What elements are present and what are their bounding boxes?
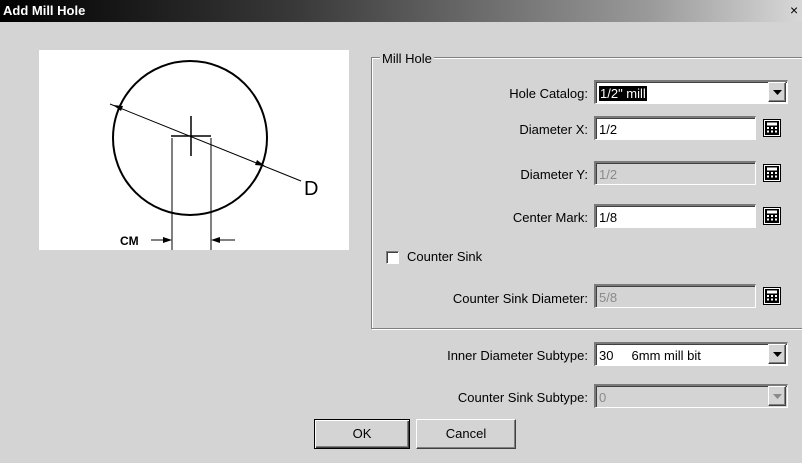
inner-diameter-subtype-dropdown-button[interactable] [768,344,786,364]
title-bar: Add Mill Hole × [0,0,802,22]
center-mark-calculator-button[interactable] [761,205,783,227]
hole-catalog-select[interactable]: 1/2" mill [594,80,788,104]
inner-diameter-subtype-label: Inner Diameter Subtype: [447,348,588,363]
counter-sink-subtype-select[interactable]: 0 [594,384,788,408]
diameter-x-calculator-button[interactable] [761,117,783,139]
counter-sink-diameter-label: Counter Sink Diameter: [452,291,588,306]
center-mark-label: CM [120,234,139,248]
counter-sink-subtype-dropdown-button[interactable] [768,386,786,406]
cm-arrow-left-head [163,237,172,243]
hole-catalog-dropdown-button[interactable] [768,82,786,102]
dialog-title: Add Mill Hole [3,3,86,18]
close-button[interactable]: × [786,3,802,19]
calculator-icon [763,119,781,137]
chevron-down-icon [773,90,782,95]
center-mark-input[interactable]: 1/8 [594,204,756,228]
hole-catalog-label: Hole Catalog: [509,86,588,101]
hole-catalog-value: 1/2" mill [599,86,647,101]
diameter-x-input[interactable]: 1/2 [594,116,756,140]
counter-sink-diameter-input[interactable]: 5/8 [594,284,756,308]
center-mark-field-label: Center Mark: [512,210,588,225]
diameter-label: D [304,178,318,200]
diameter-x-label: Diameter X: [519,122,588,137]
diameter-y-input[interactable]: 1/2 [594,161,756,185]
diameter-line [109,103,302,182]
cancel-button[interactable]: Cancel [416,419,516,449]
chevron-down-icon [773,394,782,399]
hole-circle [112,60,268,216]
cm-arrow-right-head [211,237,220,243]
chevron-down-icon [773,352,782,357]
calculator-icon [763,287,781,305]
diameter-y-label: Diameter Y: [520,167,588,182]
counter-sink-subtype-label: Counter Sink Subtype: [457,390,588,405]
calculator-icon [763,164,781,182]
calculator-icon [763,207,781,225]
ok-button[interactable]: OK [314,419,410,449]
counter-sink-diameter-calculator-button[interactable] [761,285,783,307]
counter-sink-checkbox[interactable] [386,251,399,264]
mill-hole-group-legend: Mill Hole [380,51,434,66]
counter-sink-label: Counter Sink [407,249,483,264]
mill-hole-diagram: D CM [39,50,349,250]
inner-diameter-subtype-select[interactable]: 30 6mm mill bit [594,342,788,366]
diameter-y-calculator-button[interactable] [761,162,783,184]
